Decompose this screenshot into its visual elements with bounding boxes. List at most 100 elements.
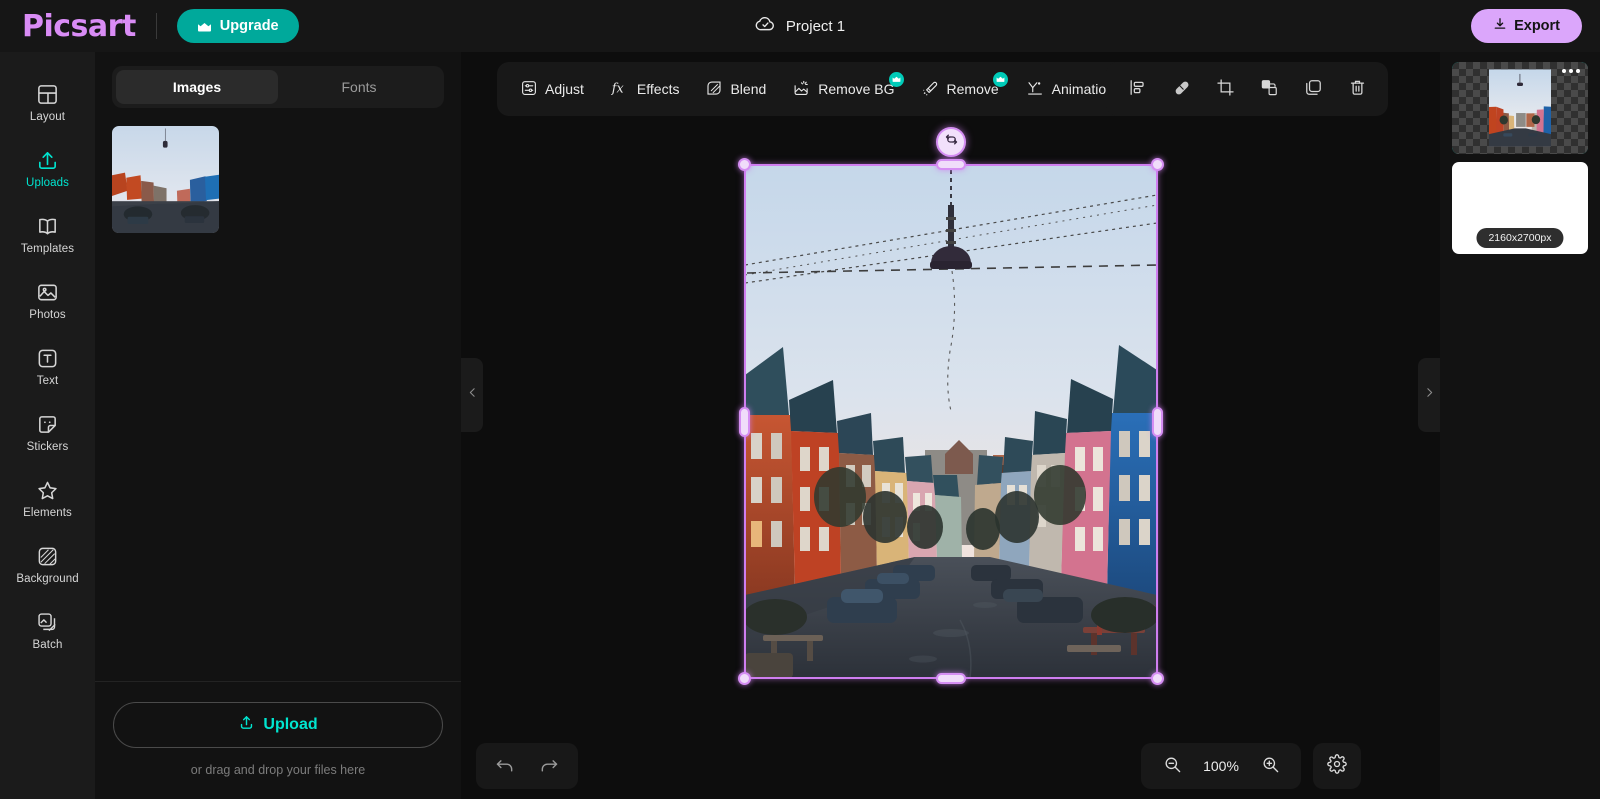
sidebar-item-text[interactable]: Text	[0, 334, 95, 400]
sidebar-item-label: Layout	[30, 111, 65, 123]
drag-drop-hint: or drag and drop your files here	[113, 763, 443, 777]
remove-bg-button[interactable]: Remove BG	[781, 70, 905, 108]
undo-button[interactable]	[484, 746, 526, 786]
rotate-icon	[944, 132, 959, 152]
upload-button-label: Upload	[263, 716, 317, 734]
eraser-icon	[1172, 78, 1191, 100]
duplicate-button[interactable]	[1292, 69, 1334, 109]
sidebar-item-label: Text	[37, 375, 59, 387]
sidebar-item-label: Elements	[23, 507, 72, 519]
blend-icon	[705, 79, 723, 100]
picsart-editor: Picsart Upgrade Project 1 Expo	[0, 0, 1600, 799]
uploads-panel: Images Fonts	[95, 52, 461, 799]
sidebar-item-layout[interactable]: Layout	[0, 70, 95, 136]
blend-button[interactable]: Blend	[694, 70, 777, 108]
redo-button[interactable]	[528, 746, 570, 786]
resize-handle-bottom-left[interactable]	[738, 672, 751, 685]
export-button[interactable]: Export	[1471, 9, 1582, 43]
tab-fonts[interactable]: Fonts	[278, 70, 440, 104]
resize-handle-right[interactable]	[1152, 407, 1163, 437]
project-title: Project 1	[786, 18, 845, 35]
left-sidebar: Layout Uploads Templates	[0, 52, 95, 799]
more-dots-icon[interactable]	[1562, 69, 1580, 73]
layer-item-canvas[interactable]: 2160x2700px	[1452, 162, 1588, 254]
premium-crown-badge	[889, 72, 904, 87]
remove-label: Remove	[947, 81, 999, 97]
crop-button[interactable]	[1204, 69, 1246, 109]
effects-label: Effects	[637, 81, 680, 97]
canvas-stage[interactable]: Adjust fx Effects Blend	[461, 52, 1440, 799]
sidebar-item-label: Uploads	[26, 177, 69, 189]
collapse-left-panel-button[interactable]	[461, 358, 483, 432]
object-actions-toolbar	[1106, 62, 1388, 116]
delete-button[interactable]	[1336, 69, 1378, 109]
align-button[interactable]	[1116, 69, 1158, 109]
zoom-out-button[interactable]	[1151, 746, 1193, 786]
zoom-toolbar: 100%	[1141, 743, 1301, 789]
uploads-footer: Upload or drag and drop your files here	[95, 681, 461, 799]
uploads-grid	[112, 126, 444, 233]
eraser-button[interactable]	[1160, 69, 1202, 109]
street-photo	[745, 165, 1157, 678]
resize-handle-left[interactable]	[739, 407, 750, 437]
arrange-layers-icon	[1260, 78, 1279, 100]
picsart-logo[interactable]: Picsart	[22, 9, 136, 44]
resize-handle-top[interactable]	[936, 159, 966, 170]
star-icon	[36, 479, 59, 502]
sidebar-item-uploads[interactable]: Uploads	[0, 136, 95, 202]
project-indicator[interactable]: Project 1	[755, 13, 845, 39]
canvas-size-badge: 2160x2700px	[1476, 228, 1563, 248]
adjust-button[interactable]: Adjust	[509, 70, 595, 108]
rotate-handle[interactable]	[936, 127, 966, 157]
uploads-list	[95, 108, 461, 681]
sidebar-item-batch[interactable]: Batch	[0, 598, 95, 664]
layers-panel: 2160x2700px	[1440, 52, 1600, 799]
templates-icon	[36, 215, 59, 238]
chevron-right-icon	[1423, 386, 1436, 404]
sidebar-item-templates[interactable]: Templates	[0, 202, 95, 268]
resize-handle-bottom[interactable]	[936, 673, 966, 684]
upgrade-label: Upgrade	[220, 18, 279, 34]
upload-button[interactable]: Upload	[113, 702, 443, 748]
upload-thumbnail[interactable]	[112, 126, 219, 233]
remove-bg-icon	[792, 79, 811, 100]
background-icon	[36, 545, 59, 568]
fx-icon: fx	[610, 79, 630, 100]
tab-images[interactable]: Images	[116, 70, 278, 104]
sidebar-item-label: Photos	[29, 309, 65, 321]
premium-crown-badge	[993, 72, 1008, 87]
resize-handle-bottom-right[interactable]	[1151, 672, 1164, 685]
sidebar-item-label: Templates	[21, 243, 74, 255]
collapse-right-panel-button[interactable]	[1418, 358, 1440, 432]
upload-icon	[36, 149, 59, 172]
sidebar-item-label: Stickers	[27, 441, 69, 453]
upload-arrow-icon	[238, 714, 255, 736]
selected-image-object[interactable]	[745, 165, 1157, 678]
cloud-check-icon	[755, 13, 776, 39]
zoom-level: 100%	[1201, 758, 1241, 774]
chevron-left-icon	[466, 386, 479, 404]
zoom-in-icon	[1261, 755, 1280, 777]
duplicate-icon	[1304, 78, 1323, 100]
header-divider	[156, 13, 157, 39]
upgrade-button[interactable]: Upgrade	[177, 9, 299, 43]
sidebar-item-photos[interactable]: Photos	[0, 268, 95, 334]
resize-handle-top-right[interactable]	[1151, 158, 1164, 171]
arrange-button[interactable]	[1248, 69, 1290, 109]
remove-bg-label: Remove BG	[818, 81, 894, 97]
effects-button[interactable]: fx Effects	[599, 70, 691, 108]
photo-icon	[36, 281, 59, 304]
canvas-settings-button[interactable]	[1313, 743, 1361, 789]
sticker-icon	[36, 413, 59, 436]
zoom-in-button[interactable]	[1249, 746, 1291, 786]
blend-label: Blend	[730, 81, 766, 97]
crop-icon	[1216, 78, 1235, 100]
remove-button[interactable]: Remove	[910, 70, 1010, 108]
sidebar-item-background[interactable]: Background	[0, 532, 95, 598]
sidebar-item-stickers[interactable]: Stickers	[0, 400, 95, 466]
layer-item-image[interactable]	[1452, 62, 1588, 154]
sidebar-item-label: Batch	[33, 639, 63, 651]
sidebar-item-elements[interactable]: Elements	[0, 466, 95, 532]
animation-icon	[1025, 79, 1045, 100]
resize-handle-top-left[interactable]	[738, 158, 751, 171]
